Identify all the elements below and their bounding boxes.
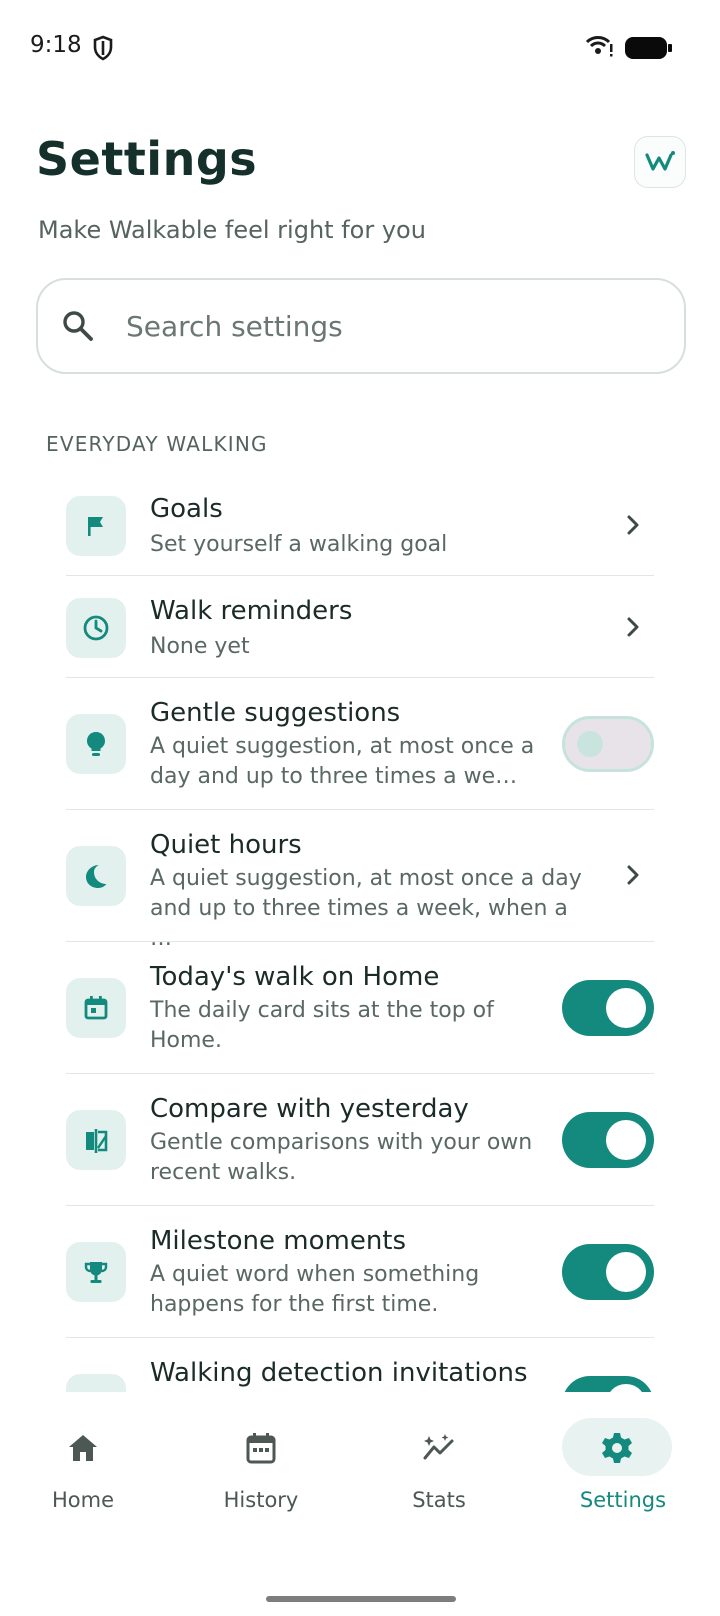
status-time: 9:18 <box>30 32 82 58</box>
bottom-navigation: Home History Stats Settings <box>0 1392 720 1616</box>
chevron-right-icon <box>627 617 639 637</box>
nav-label: Home <box>51 1488 114 1512</box>
setting-title: Milestone moments <box>150 1226 407 1256</box>
nav-label: Settings <box>579 1488 667 1512</box>
nav-label: History <box>223 1488 299 1512</box>
battery-icon <box>625 37 672 59</box>
setting-row-gentle-suggestions[interactable]: Gentle suggestions A quiet suggestion, a… <box>66 678 654 810</box>
toggle-knob <box>606 1120 646 1160</box>
setting-title: Walk reminders <box>150 596 353 626</box>
milestone-moments-toggle[interactable] <box>562 1244 654 1300</box>
home-icon <box>69 1435 97 1461</box>
todays-walk-toggle[interactable] <box>562 980 654 1036</box>
setting-title: Walking detection invitations <box>150 1358 528 1388</box>
nav-history[interactable]: History <box>186 1418 336 1518</box>
calendar-icon <box>246 1433 276 1464</box>
lightbulb-icon <box>66 714 126 774</box>
clock-icon <box>66 598 126 658</box>
setting-description: The daily card sits at the top of Home. <box>150 998 494 1053</box>
flag-icon <box>66 496 126 556</box>
compare-yesterday-toggle[interactable] <box>562 1112 654 1168</box>
app-logo[interactable] <box>634 136 686 188</box>
setting-title: Quiet hours <box>150 830 302 860</box>
setting-row-walk-reminders[interactable]: Walk reminders None yet <box>66 576 654 678</box>
setting-row-goals[interactable]: Goals Set yourself a walking goal <box>66 488 654 576</box>
setting-description: Gentle comparisons with your own recent … <box>150 1130 533 1185</box>
page-title: Settings <box>36 132 258 186</box>
setting-title: Today's walk on Home <box>150 962 440 992</box>
toggle-knob <box>606 1252 646 1292</box>
settings-list: Goals Set yourself a walking goal Walk r… <box>66 488 654 1434</box>
stats-icon <box>423 1434 454 1460</box>
search-icon <box>63 311 93 341</box>
nav-label: Stats <box>412 1488 466 1512</box>
wifi-icon <box>585 36 613 57</box>
status-bar: 9:18 <box>0 0 720 96</box>
nav-home[interactable]: Home <box>8 1418 158 1518</box>
toggle-knob <box>577 731 603 757</box>
nav-stats[interactable]: Stats <box>364 1418 514 1518</box>
home-indicator[interactable] <box>266 1596 456 1602</box>
moon-icon <box>66 846 126 906</box>
setting-title: Goals <box>150 494 223 524</box>
gentle-suggestions-toggle[interactable] <box>562 716 654 772</box>
chevron-right-icon <box>627 865 639 885</box>
compare-icon <box>66 1110 126 1170</box>
toggle-knob <box>606 988 646 1028</box>
search-input[interactable] <box>126 302 646 350</box>
setting-title: Gentle suggestions <box>150 698 401 728</box>
section-header: EVERYDAY WALKING <box>46 432 268 456</box>
calendar-icon <box>66 978 126 1038</box>
search-bar[interactable] <box>36 278 686 374</box>
setting-description: A quiet word when something happens for … <box>150 1262 480 1317</box>
setting-row-milestone-moments[interactable]: Milestone moments A quiet word when some… <box>66 1206 654 1338</box>
setting-description: None yet <box>150 634 250 659</box>
trophy-icon <box>66 1242 126 1302</box>
chevron-right-icon <box>627 515 639 535</box>
setting-description: Set yourself a walking goal <box>150 532 448 557</box>
setting-row-quiet-hours[interactable]: Quiet hours A quiet suggestion, at most … <box>66 810 654 951</box>
setting-row-compare-yesterday[interactable]: Compare with yesterday Gentle comparison… <box>66 1074 654 1206</box>
setting-description: A quiet suggestion, at most once a day a… <box>150 734 535 789</box>
walkable-logo-icon <box>645 151 675 171</box>
setting-row-todays-walk[interactable]: Today's walk on Home The daily card sits… <box>66 942 654 1074</box>
setting-title: Compare with yesterday <box>150 1094 469 1124</box>
shield-icon <box>93 35 113 61</box>
nav-settings[interactable]: Settings <box>548 1418 698 1518</box>
gear-icon <box>602 1433 632 1463</box>
page-subtitle: Make Walkable feel right for you <box>38 216 426 244</box>
